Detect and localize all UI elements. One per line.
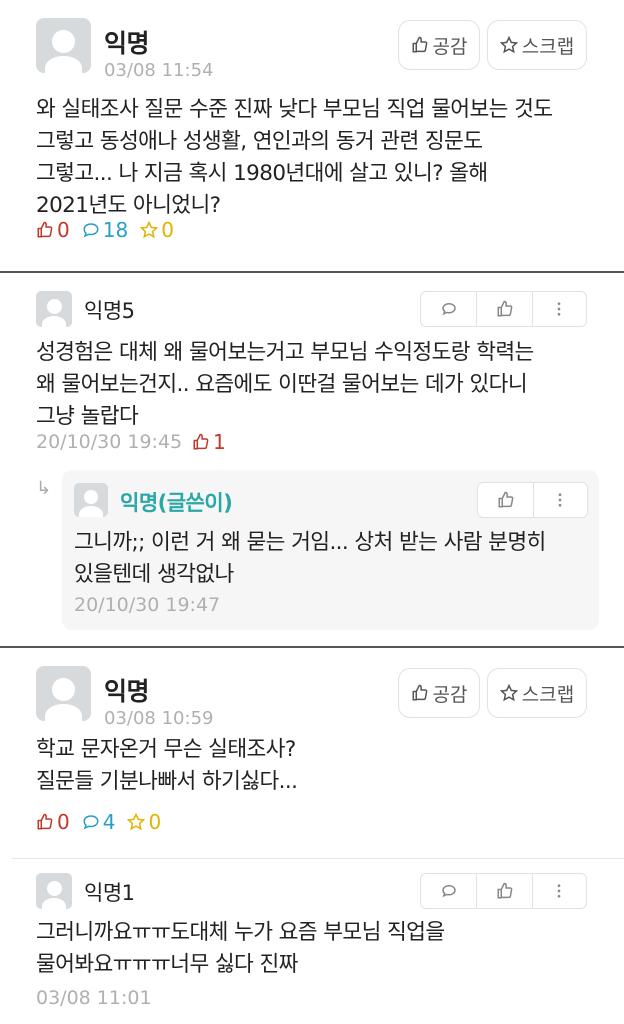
comment-like-button[interactable]	[477, 292, 533, 326]
comment-time: 20/10/30 19:45	[36, 431, 183, 453]
scrap-button-label: 스크랩	[521, 683, 575, 706]
comment-author: 익명1	[84, 881, 135, 905]
scrap-count: 0	[127, 810, 161, 834]
thumbs-up-icon	[498, 491, 513, 508]
reply-button[interactable]	[421, 292, 477, 326]
comment-icon	[441, 302, 456, 316]
avatar[interactable]	[36, 666, 91, 721]
comment-like-button[interactable]	[477, 874, 533, 908]
comment-like-count: 1	[192, 430, 226, 454]
comment-icon	[83, 815, 99, 830]
post-time: 03/08 11:54	[104, 60, 214, 81]
like-button[interactable]: 공감	[398, 668, 480, 718]
like-button[interactable]: 공감	[398, 20, 480, 70]
reply-actions	[477, 482, 588, 518]
comment-1: 익명5 성경험은 대체 왜 물어보는거고 부모님 수익정도랑 학력는 왜 물어보…	[0, 273, 624, 645]
post-time: 03/08 10:59	[104, 708, 214, 729]
comment-icon	[83, 223, 99, 238]
more-button[interactable]	[533, 292, 585, 326]
reply-button[interactable]	[421, 874, 477, 908]
reply-content: 그니까;; 이런 거 왜 묻는 거임... 상처 받는 사람 분명히 있을텐데 …	[74, 530, 546, 587]
star-icon	[140, 221, 159, 239]
comment-count: 4	[82, 810, 115, 834]
comment-content: 성경험은 대체 왜 물어보는거고 부모님 수익정도랑 학력는 왜 물어보는건지.…	[36, 340, 534, 429]
like-button-label: 공감	[432, 35, 468, 58]
avatar[interactable]	[36, 873, 72, 909]
avatar[interactable]	[36, 18, 91, 73]
post-author: 익명	[104, 29, 150, 58]
post-content: 와 실태조사 질문 수준 진짜 낮다 부모님 직업 물어보는 것도 그렇고 동성…	[36, 97, 553, 218]
more-vertical-icon	[557, 884, 561, 898]
like-button-label: 공감	[432, 683, 468, 706]
post-1: 익명 03/08 11:54 공감 스크랩 와 실태조사 질문 수준 진짜 낮다…	[0, 0, 624, 270]
star-icon	[127, 813, 146, 831]
comment-actions	[420, 291, 587, 327]
comment-icon	[441, 884, 456, 898]
post-stats: 0 18 0	[36, 218, 186, 242]
scrap-count: 0	[140, 218, 174, 242]
more-button[interactable]	[533, 874, 585, 908]
comment-count: 18	[82, 218, 128, 242]
thumbs-up-icon	[412, 36, 427, 53]
thumbs-up-icon	[412, 684, 427, 701]
comment-content: 그러니까요ㅠㅠ도대체 누가 요즘 부모님 직업을 물어봐요ㅠㅠㅠ너무 싫다 진짜	[36, 920, 445, 977]
post-content: 학교 문자온거 무슨 실태조사? 질문들 기분나빠서 하기싫다...	[36, 737, 298, 794]
more-button[interactable]	[534, 483, 586, 517]
like-count: 0	[36, 810, 70, 834]
thumbs-up-icon	[37, 813, 53, 830]
like-count: 0	[36, 218, 70, 242]
post-stats: 0 4 0	[36, 810, 173, 834]
reply-arrow-icon: ↳	[36, 478, 52, 499]
more-vertical-icon	[557, 302, 561, 316]
thumbs-up-icon	[497, 882, 512, 899]
reply-like-button[interactable]	[478, 483, 534, 517]
thumbs-up-icon	[37, 221, 53, 238]
comment-stats: 1	[192, 430, 238, 454]
scrap-button[interactable]: 스크랩	[487, 20, 587, 70]
thumbs-up-icon	[193, 433, 209, 450]
post-2: 익명 03/08 10:59 공감 스크랩 학교 문자온거 무슨 실태조사? 질…	[0, 648, 624, 858]
reply-box: 익명(글쓴이) 그니까;; 이런 거 왜 묻는 거임... 상처 받는 사람 분…	[62, 470, 599, 630]
scrap-button-label: 스크랩	[521, 35, 575, 58]
thumbs-up-icon	[497, 300, 512, 317]
comment-actions	[420, 873, 587, 909]
comment-time: 03/08 11:01	[36, 987, 152, 1009]
comment-author: 익명5	[84, 299, 135, 323]
reply-time: 20/10/30 19:47	[74, 594, 221, 616]
reply-author: 익명(글쓴이)	[120, 491, 233, 515]
more-vertical-icon	[558, 493, 562, 507]
scrap-button[interactable]: 스크랩	[487, 668, 587, 718]
star-icon	[499, 684, 518, 702]
avatar[interactable]	[36, 291, 72, 327]
avatar[interactable]	[74, 483, 108, 517]
comment-2: 익명1 그러니까요ㅠㅠ도대체 누가 요즘 부모님 직업을 물어봐요ㅠㅠㅠ너무 싫…	[0, 859, 624, 1024]
post-author: 익명	[104, 677, 150, 706]
star-icon	[499, 36, 518, 54]
